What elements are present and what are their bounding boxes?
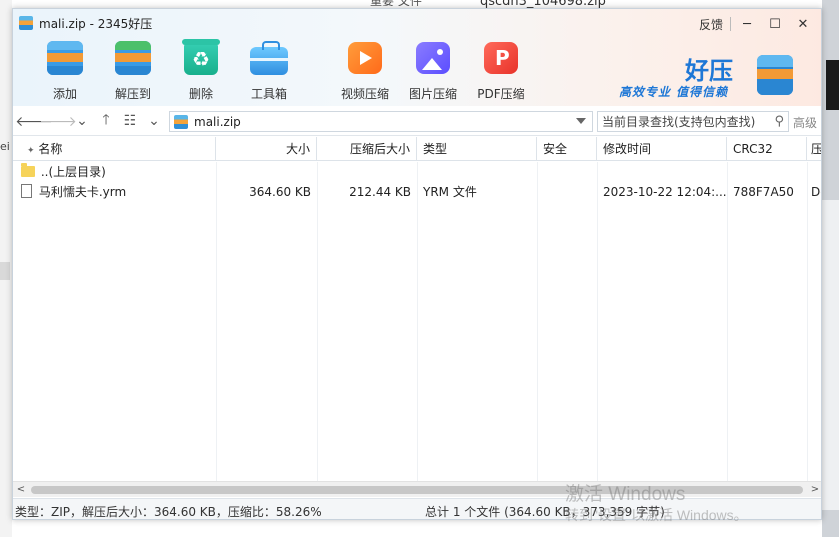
background-window-title: qscdn3_104698.zip [480, 0, 606, 8]
horizontal-scrollbar[interactable]: < > [13, 481, 821, 497]
activation-watermark-title: 激活 Windows [565, 484, 686, 505]
column-security[interactable]: 安全 [537, 137, 597, 161]
archive-window: mali.zip - 2345好压 反馈 ─ ☐ ✕ 添加 解压到 ♻ 删除 工… [12, 8, 822, 520]
row-security [537, 182, 597, 202]
background-left-mark: ei [0, 140, 10, 153]
search-icon[interactable]: ⚲ [774, 114, 784, 129]
activation-watermark-subtitle: 转到"设置"以激活 Windows。 [565, 507, 748, 523]
pdf-compress-icon [480, 37, 522, 79]
row-modified: 2023-10-22 12:04:... [603, 185, 727, 199]
chevron-down-icon[interactable]: ⌄ [71, 110, 93, 132]
row-name: 马利懦夫卡.yrm [38, 185, 127, 199]
brand-slogan: 高效专业 值得信赖 [619, 85, 729, 99]
view-mode-dropdown-icon[interactable]: ⌄ [143, 110, 165, 132]
video-compress-label: 视频压缩 [340, 87, 389, 101]
scrollbar-thumb[interactable] [31, 486, 803, 494]
row-name: ..(上层目录) [40, 165, 106, 179]
controls-divider [730, 17, 731, 31]
column-size[interactable]: 大小 [216, 137, 317, 161]
background-dark-block [826, 60, 839, 110]
row-size: 364.60 KB [249, 185, 311, 199]
recycle-icon [180, 37, 222, 79]
brand-name: 好压 [685, 57, 733, 85]
header-area: mali.zip - 2345好压 反馈 ─ ☐ ✕ 添加 解压到 ♻ 删除 工… [13, 9, 821, 106]
video-compress-button[interactable]: 视频压缩 [331, 37, 399, 103]
search-input[interactable]: 当前目录查找(支持包内查找) ⚲ [597, 111, 789, 132]
row-packed-size: 212.44 KB [349, 185, 411, 199]
background-right-strip [822, 0, 839, 537]
file-list: ..(上层目录) 马利懦夫卡.yrm 364.60 KB 212.44 KB Y… [13, 162, 821, 482]
background-left-strip: ei [0, 0, 12, 537]
column-type[interactable]: 类型 [417, 137, 537, 161]
column-modified[interactable]: 修改时间 [597, 137, 727, 161]
folder-icon [21, 163, 35, 177]
delete-button[interactable]: 删除 [167, 37, 235, 103]
background-left-block [0, 262, 10, 280]
add-button[interactable]: 添加 [31, 37, 99, 103]
file-icon [21, 184, 32, 198]
add-archive-icon [44, 37, 86, 79]
column-extra[interactable]: 压 [807, 137, 821, 161]
row-extra: De [811, 185, 821, 199]
scroll-left-icon[interactable]: < [13, 483, 29, 497]
pdf-compress-button[interactable]: PDF压缩 [467, 37, 535, 103]
navigation-buttons: 🡐 🡒 ⌄ 🡑 ☷ ⌄ [15, 110, 165, 132]
close-button[interactable]: ✕ [789, 13, 817, 35]
advanced-search-button[interactable]: 高级 [793, 114, 817, 131]
scroll-right-icon[interactable]: > [807, 483, 821, 497]
window-controls: 反馈 ─ ☐ ✕ [694, 13, 817, 35]
add-label: 添加 [52, 87, 77, 101]
toolbar: 添加 解压到 删除 工具箱 [31, 37, 535, 103]
sort-icon: ✦ [27, 146, 35, 156]
window-title: mali.zip - 2345好压 [39, 16, 153, 31]
row-crc32: 788F7A50 [733, 185, 794, 199]
delete-label: 删除 [188, 87, 213, 101]
brand-logo-icon [755, 51, 795, 97]
column-crc32[interactable]: CRC32 [727, 137, 807, 161]
minimize-button[interactable]: ─ [733, 13, 761, 35]
video-compress-icon [344, 37, 386, 79]
column-name[interactable]: ✦ 名称 [13, 137, 216, 161]
path-dropdown-icon[interactable] [576, 118, 586, 124]
toolbox-icon [248, 37, 290, 79]
status-archive-info: 类型：ZIP，解压后大小：364.60 KB，压缩比：58.26% [15, 505, 322, 519]
table-row[interactable]: 马利懦夫卡.yrm 364.60 KB 212.44 KB YRM 文件 202… [13, 182, 821, 202]
archive-icon [174, 114, 188, 129]
view-mode-icon[interactable]: ☷ [119, 110, 141, 132]
path-field[interactable]: mali.zip [169, 111, 593, 132]
toolbox-label: 工具箱 [250, 87, 287, 101]
row-type: YRM 文件 [423, 185, 477, 199]
forward-arrow-icon[interactable]: 🡒 [39, 110, 77, 132]
search-placeholder: 当前目录查找(支持包内查找) [602, 115, 756, 129]
title-bar: mali.zip - 2345好压 [19, 15, 152, 31]
column-packed-size[interactable]: 压缩后大小 [317, 137, 417, 161]
up-arrow-icon[interactable]: 🡑 [95, 110, 117, 132]
extract-button[interactable]: 解压到 [99, 37, 167, 103]
background-window-text: 重要 文件 [370, 0, 470, 6]
image-compress-label: 图片压缩 [408, 87, 457, 101]
pdf-compress-label: PDF压缩 [477, 87, 525, 101]
table-row[interactable]: ..(上层目录) [13, 162, 821, 182]
address-bar: 🡐 🡒 ⌄ 🡑 ☷ ⌄ mali.zip 当前目录查找(支持包内查找) ⚲ 高级 [13, 106, 821, 136]
maximize-button[interactable]: ☐ [761, 13, 789, 35]
table-header: ✦ 名称 大小 压缩后大小 类型 安全 修改时间 CRC32 压 [13, 137, 821, 161]
background-light-block [822, 200, 839, 510]
extract-label: 解压到 [114, 87, 151, 101]
image-compress-icon [412, 37, 454, 79]
feedback-button[interactable]: 反馈 [694, 13, 728, 35]
path-text: mali.zip [194, 114, 241, 129]
extract-icon [112, 37, 154, 79]
toolbox-button[interactable]: 工具箱 [235, 37, 303, 103]
app-icon [19, 16, 33, 30]
brand-area: 好压 高效专业 值得信赖 [617, 49, 807, 103]
image-compress-button[interactable]: 图片压缩 [399, 37, 467, 103]
